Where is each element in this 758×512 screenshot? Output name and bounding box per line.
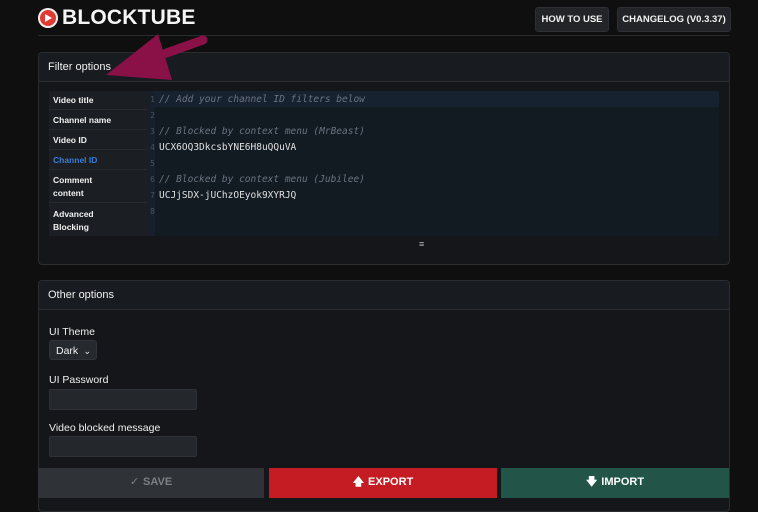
ui-theme-value: Dark — [56, 345, 79, 357]
sidebar-item-channel-id[interactable]: Channel ID — [49, 150, 147, 170]
code-line: UCX6OQ3DkcsbYNE6H8uQQuVA — [159, 142, 297, 153]
ui-theme-label: UI Theme — [49, 326, 95, 338]
sidebar-item-video-id[interactable]: Video ID — [49, 130, 147, 150]
sidebar-item-video-title[interactable]: Video title — [49, 91, 147, 110]
sidebar-item-comment-content[interactable]: Comment content — [49, 170, 147, 203]
code-line: // Blocked by context menu (Jubilee) — [159, 174, 365, 185]
filter-options-panel: Filter options Video title Channel name … — [38, 52, 730, 265]
line-number: 5 — [150, 159, 155, 168]
line-number: 3 — [150, 127, 155, 136]
line-number: 2 — [150, 111, 155, 120]
ui-theme-select[interactable]: Dark ⌄ — [49, 340, 97, 360]
video-blocked-message-input[interactable] — [49, 436, 197, 457]
import-label: IMPORT — [601, 476, 645, 488]
changelog-button[interactable]: CHANGELOG (V0.3.37) — [617, 7, 731, 32]
filter-options-title: Filter options — [39, 53, 729, 82]
sidebar-item-label: Advanced Blocking — [53, 209, 94, 232]
filter-sidebar: Video title Channel name Video ID Channe… — [49, 91, 147, 236]
line-number: 8 — [150, 207, 155, 216]
arrow-up-icon: 🡅 — [352, 476, 365, 488]
save-label: SAVE — [143, 476, 173, 488]
sidebar-item-channel-name[interactable]: Channel name — [49, 110, 147, 130]
code-line: UCJjSDX-jUChzOEyok9XYRJQ — [159, 190, 297, 201]
import-button[interactable]: 🡇 IMPORT — [501, 468, 729, 498]
sidebar-item-label: Video ID — [53, 135, 87, 145]
line-number: 7 — [150, 191, 155, 200]
how-to-use-button[interactable]: HOW TO USE — [535, 7, 609, 32]
export-button[interactable]: 🡅 EXPORT — [269, 468, 497, 498]
checkmark-icon: ✓ — [129, 476, 140, 488]
code-line: // Blocked by context menu (MrBeast) — [159, 126, 365, 137]
other-options-title: Other options — [39, 281, 729, 310]
header-divider — [38, 35, 729, 36]
ui-password-input[interactable] — [49, 389, 197, 410]
sidebar-item-advanced-blocking[interactable]: Advanced Blocking — [49, 203, 147, 236]
sidebar-item-label: Channel ID — [53, 155, 98, 165]
app-header: BLOCKTUBE HOW TO USE CHANGELOG (V0.3.37) — [0, 0, 758, 36]
line-number: 6 — [150, 175, 155, 184]
blocktube-logo-icon — [38, 8, 58, 28]
line-number: 1 — [150, 95, 155, 104]
sidebar-item-label: Comment content — [53, 175, 93, 198]
chevron-down-icon: ⌄ — [83, 346, 91, 356]
line-number: 4 — [150, 143, 155, 152]
sidebar-item-label: Video title — [53, 95, 94, 105]
editor-resize-handle[interactable]: ≡ — [419, 239, 424, 249]
save-button[interactable]: ✓ SAVE — [38, 468, 264, 498]
arrow-down-icon: 🡇 — [585, 476, 598, 488]
export-label: EXPORT — [368, 476, 414, 488]
ui-password-label: UI Password — [49, 374, 109, 386]
code-line: // Add your channel ID filters below — [159, 94, 365, 105]
sidebar-item-label: Channel name — [53, 115, 112, 125]
video-blocked-message-label: Video blocked message — [49, 422, 161, 434]
brand-title: BLOCKTUBE — [62, 6, 196, 29]
filter-code-editor[interactable]: 1 2 3 4 5 6 7 8 // Add your channel ID f… — [147, 91, 719, 236]
